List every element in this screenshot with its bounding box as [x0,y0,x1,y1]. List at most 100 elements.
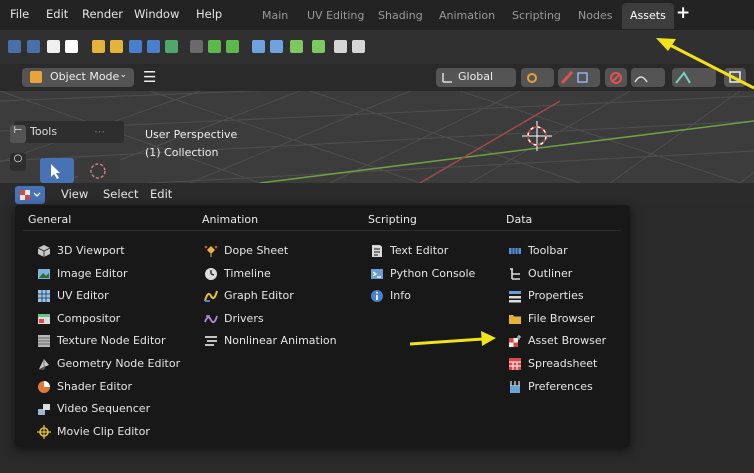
object-mode-dropdown[interactable]: Object Mode ⌄ [22,68,134,87]
editor-header: View Select Edit [0,183,754,205]
save-icon[interactable] [129,40,142,53]
menu-item-label: Video Sequencer [57,402,151,416]
snap-icon [560,70,588,85]
tab-scripting[interactable]: Scripting [512,9,561,22]
menu-item-label: Texture Node Editor [57,334,166,348]
toggle-xray-button[interactable] [724,68,746,87]
menu-item-label: Dope Sheet [224,244,289,257]
heading-data: Data [506,213,533,226]
render-animation-icon[interactable] [352,40,365,53]
add-workspace-button[interactable]: + [676,3,690,23]
append-icon[interactable] [252,40,265,53]
menu-item-label: Spreadsheet [528,357,598,370]
menu-item-label: Info [390,289,411,303]
shader-editor-icon [37,380,51,394]
viewport-3d-icon [37,244,51,258]
falloff-icon [634,76,648,83]
new-file-icon[interactable] [47,40,60,53]
menu-edit[interactable]: Edit [46,7,68,21]
link-file-icon[interactable] [270,40,283,53]
hamburger-menu-icon[interactable]: ☰ [143,68,156,86]
xray-icon [729,71,741,83]
axis-icon [442,73,452,83]
divider [23,230,621,231]
viewport-shading-dropdown[interactable] [672,68,716,87]
heading-animation: Animation [202,213,259,226]
asset-browser-icon [20,190,41,200]
menu-item-label: Movie Clip Editor [57,424,150,438]
cursor-tool-button[interactable] [78,158,120,183]
toolbar-toggle-button[interactable]: ⊢ [10,125,26,143]
menu-item-label: Graph Editor [224,289,294,303]
tab-animation[interactable]: Animation [439,9,495,22]
3d-viewport[interactable]: ▼ Tools ⋯ User Perspective (1) Collectio… [0,91,754,183]
menu-item-label: Python Console [390,266,476,280]
proportional-editing-toggle[interactable] [605,68,627,87]
graph-editor-icon [204,289,218,303]
editor-type-menu: General Animation Scripting Data 3D View… [15,205,630,447]
drag-handle-icon[interactable]: ⋯ [94,125,105,138]
recent-folder-icon[interactable] [110,40,123,53]
transform-orientation-label: Global [458,70,494,83]
python-console-icon [370,267,384,281]
transform-orientation-dropdown[interactable]: Global [436,68,516,87]
tab-shading[interactable]: Shading [378,9,423,22]
pivot-point-dropdown[interactable] [521,68,554,87]
blank-file-icon[interactable] [65,40,78,53]
outliner-icon [508,267,522,281]
timeline-icon [204,267,218,281]
open-folder-icon[interactable] [92,40,105,53]
menu-item-label: Image Editor [57,266,128,280]
tweak-tool-button[interactable]: ○ [10,153,26,171]
menu-item-label: Outliner [528,266,573,280]
menu-item-label: Text Editor [390,244,449,257]
dropdown-icon[interactable] [8,40,21,53]
menu-item-label: Timeline [224,266,271,280]
preferences-icon [508,380,522,394]
snapping-dropdown[interactable] [558,68,600,87]
collection-label: (1) Collection [145,146,219,159]
recover-icon[interactable] [226,40,239,53]
tab-main[interactable]: Main [262,9,288,22]
object-mode-icon [30,71,42,83]
editor-type-button[interactable] [15,186,45,204]
menu-render[interactable]: Render [82,7,123,21]
proportional-falloff-dropdown[interactable] [631,68,665,87]
tab-uv-editing[interactable]: UV Editing [307,9,364,22]
menu-help[interactable]: Help [196,7,222,21]
select-circle-icon [90,163,106,179]
properties-icon [508,289,522,303]
export-icon[interactable] [312,40,325,53]
tools-panel-header[interactable]: ▼ Tools ⋯ [14,121,124,143]
select-tool-button[interactable] [40,158,74,183]
info-icon [370,289,384,303]
heading-scripting: Scripting [368,213,417,226]
menu-item-label: Geometry Node Editor [57,357,181,370]
tab-nodes[interactable]: Nodes [578,9,612,22]
proportional-editing-icon [610,72,622,84]
save-as-icon[interactable] [147,40,160,53]
import-icon[interactable] [290,40,303,53]
menu-item-label: UV Editor [57,289,109,303]
geometry-node-icon [37,357,51,371]
render-icon[interactable] [334,40,347,53]
dope-sheet-icon [204,244,218,258]
tools-label: Tools [30,125,58,138]
link-icon[interactable] [190,40,203,53]
video-sequencer-icon [37,402,51,416]
menu-window[interactable]: Window [134,7,179,21]
menu-view[interactable]: View [61,187,88,201]
menu-file[interactable]: File [10,7,29,21]
menu-edit-asset[interactable]: Edit [150,187,172,201]
dropdown-icon[interactable] [27,40,40,53]
uv-editor-icon [37,289,51,303]
save-copy-icon[interactable] [165,40,178,53]
cursor-arrow-icon [51,164,60,179]
menu-select[interactable]: Select [103,187,138,201]
tab-assets[interactable]: Assets [622,3,674,29]
revert-icon[interactable] [208,40,221,53]
view-name-label: User Perspective [145,128,238,141]
menu-item-label: Compositor [57,311,121,325]
menu-item-label: Shader Editor [57,379,133,393]
asset-browser-icon [508,334,522,348]
